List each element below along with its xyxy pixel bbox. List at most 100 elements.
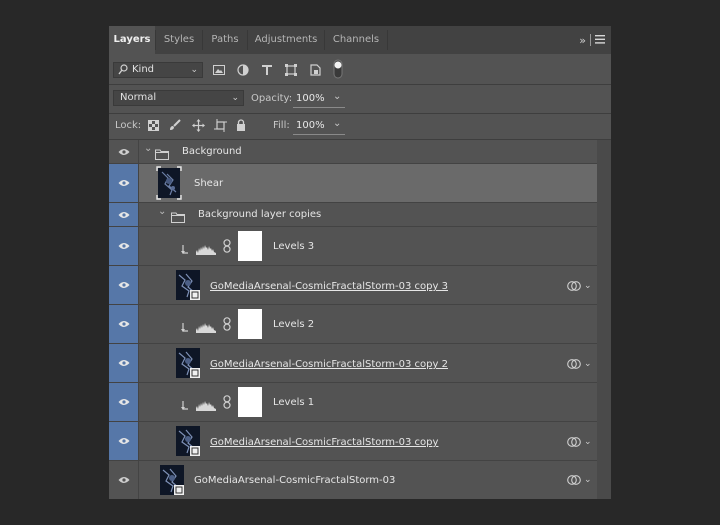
visibility-toggle[interactable] bbox=[109, 164, 139, 202]
divider bbox=[109, 113, 611, 114]
tabbar-controls: » bbox=[579, 26, 605, 54]
lock-artboard-icon[interactable] bbox=[213, 118, 227, 132]
tab-adjustments[interactable]: Adjustments bbox=[248, 26, 324, 54]
panel-tab-bar: Layers Styles Paths Adjustments Channels… bbox=[109, 26, 611, 54]
levels-histogram-icon bbox=[196, 240, 216, 259]
type-filter-icon[interactable] bbox=[260, 63, 274, 77]
layer-name: Levels 2 bbox=[273, 319, 315, 330]
lock-brush-icon[interactable] bbox=[169, 119, 181, 131]
layer-thumbnail bbox=[176, 270, 200, 300]
opacity-chevron-icon[interactable]: ⌄ bbox=[333, 91, 341, 102]
layer-row-shear[interactable]: Shear bbox=[109, 164, 597, 203]
tab-paths[interactable]: Paths bbox=[203, 26, 247, 54]
lock-move-icon[interactable] bbox=[191, 118, 205, 132]
image-filter-icon[interactable] bbox=[212, 63, 226, 77]
chevron-down-icon[interactable]: ⌄ bbox=[158, 206, 166, 217]
layer-row-levels-1[interactable]: Levels 1 bbox=[109, 383, 597, 422]
levels-histogram-icon bbox=[196, 396, 216, 415]
opacity-label: Opacity: bbox=[251, 93, 293, 104]
hamburger-menu-icon[interactable] bbox=[595, 34, 605, 47]
levels-histogram-icon bbox=[196, 318, 216, 337]
eye-icon bbox=[118, 399, 129, 405]
tab-layers[interactable]: Layers bbox=[109, 26, 155, 54]
layer-name: GoMediaArsenal-CosmicFractalStorm-03 cop… bbox=[210, 359, 448, 370]
toggle-filter-icon[interactable] bbox=[332, 59, 344, 79]
clipping-arrow-icon bbox=[181, 318, 189, 337]
fill-underline bbox=[293, 134, 345, 135]
visibility-toggle[interactable] bbox=[109, 305, 139, 343]
layer-thumbnail bbox=[176, 426, 200, 456]
opacity-input[interactable]: 100% bbox=[296, 93, 325, 104]
layer-name: Levels 3 bbox=[273, 241, 315, 252]
layer-row-background-copies-group[interactable]: ⌄ Background layer copies bbox=[109, 203, 597, 227]
eye-icon bbox=[118, 282, 129, 288]
blend-mode-select[interactable]: Normal ⌄ bbox=[113, 90, 244, 106]
blend-mode-value: Normal bbox=[120, 92, 157, 103]
layer-name: GoMediaArsenal-CosmicFractalStorm-03 cop… bbox=[210, 437, 439, 448]
fill-chevron-icon[interactable]: ⌄ bbox=[333, 118, 341, 129]
layer-row-cosmic-copy-2[interactable]: GoMediaArsenal-CosmicFractalStorm-03 cop… bbox=[109, 344, 597, 383]
layer-row-cosmic-copy[interactable]: GoMediaArsenal-CosmicFractalStorm-03 cop… bbox=[109, 422, 597, 461]
layer-thumbnail bbox=[176, 348, 200, 378]
layer-name: GoMediaArsenal-CosmicFractalStorm-03 cop… bbox=[210, 281, 448, 292]
layer-mask-thumbnail[interactable] bbox=[238, 231, 262, 261]
tab-channels[interactable]: Channels bbox=[325, 26, 387, 54]
lock-label: Lock: bbox=[115, 120, 142, 131]
filter-kind-select[interactable]: Kind ⌄ bbox=[113, 62, 203, 78]
chain-link-icon[interactable] bbox=[223, 238, 231, 257]
chevron-down-icon[interactable]: ⌄ bbox=[144, 143, 152, 154]
search-icon bbox=[118, 64, 128, 80]
eye-icon bbox=[118, 243, 129, 249]
chevron-down-icon[interactable]: ⌄ bbox=[584, 359, 592, 369]
layers-scrollbar[interactable] bbox=[597, 140, 611, 499]
filter-kind-label: Kind bbox=[132, 64, 155, 75]
fill-input[interactable]: 100% bbox=[296, 120, 325, 131]
layer-mask-thumbnail[interactable] bbox=[238, 387, 262, 417]
chevron-down-icon[interactable]: ⌄ bbox=[584, 475, 592, 485]
visibility-toggle[interactable] bbox=[109, 383, 139, 421]
chevron-down-icon: ⌄ bbox=[190, 65, 198, 75]
visibility-toggle[interactable] bbox=[109, 227, 139, 265]
lock-transparent-icon[interactable] bbox=[147, 119, 159, 131]
clipping-arrow-icon bbox=[181, 240, 189, 259]
chain-link-icon[interactable] bbox=[223, 394, 231, 413]
eye-icon bbox=[118, 180, 129, 186]
chain-link-icon[interactable] bbox=[223, 316, 231, 335]
layers-panel: Layers Styles Paths Adjustments Channels… bbox=[109, 26, 611, 499]
eye-icon bbox=[118, 148, 129, 155]
layer-effects-icon[interactable]: ⌄ bbox=[567, 436, 592, 448]
layer-row-levels-2[interactable]: Levels 2 bbox=[109, 305, 597, 344]
eye-icon bbox=[118, 438, 129, 444]
visibility-toggle[interactable] bbox=[109, 461, 139, 499]
chevron-down-icon[interactable]: ⌄ bbox=[584, 437, 592, 447]
lock-all-icon[interactable] bbox=[235, 118, 247, 132]
layer-mask-thumbnail[interactable] bbox=[238, 309, 262, 339]
chevron-down-icon[interactable]: ⌄ bbox=[584, 281, 592, 291]
divider bbox=[590, 34, 591, 46]
layer-row-cosmic-original[interactable]: GoMediaArsenal-CosmicFractalStorm-03 ⌄ bbox=[109, 461, 597, 499]
divider bbox=[109, 84, 611, 85]
layer-row-levels-3[interactable]: Levels 3 bbox=[109, 227, 597, 266]
shape-filter-icon[interactable] bbox=[284, 63, 298, 77]
adjustment-filter-icon[interactable] bbox=[236, 63, 250, 77]
eye-icon bbox=[118, 360, 129, 366]
visibility-toggle[interactable] bbox=[109, 422, 139, 460]
visibility-toggle[interactable] bbox=[109, 266, 139, 304]
fill-label: Fill: bbox=[273, 120, 290, 131]
visibility-toggle[interactable] bbox=[109, 344, 139, 382]
opacity-underline bbox=[293, 107, 345, 108]
visibility-toggle[interactable] bbox=[109, 203, 139, 226]
layer-thumbnail bbox=[160, 465, 184, 495]
folder-icon bbox=[155, 145, 169, 164]
smart-object-filter-icon[interactable] bbox=[308, 63, 322, 77]
visibility-toggle[interactable] bbox=[109, 140, 139, 163]
layer-name: Shear bbox=[194, 178, 224, 189]
tab-styles[interactable]: Styles bbox=[156, 26, 202, 54]
layer-row-cosmic-copy-3[interactable]: GoMediaArsenal-CosmicFractalStorm-03 cop… bbox=[109, 266, 597, 305]
layer-effects-icon[interactable]: ⌄ bbox=[567, 474, 592, 486]
layer-row-background-group[interactable]: ⌄ Background bbox=[109, 140, 597, 164]
layer-name: GoMediaArsenal-CosmicFractalStorm-03 bbox=[194, 475, 396, 486]
layer-effects-icon[interactable]: ⌄ bbox=[567, 358, 592, 370]
double-chevron-right-icon[interactable]: » bbox=[579, 34, 586, 47]
layer-effects-icon[interactable]: ⌄ bbox=[567, 280, 592, 292]
